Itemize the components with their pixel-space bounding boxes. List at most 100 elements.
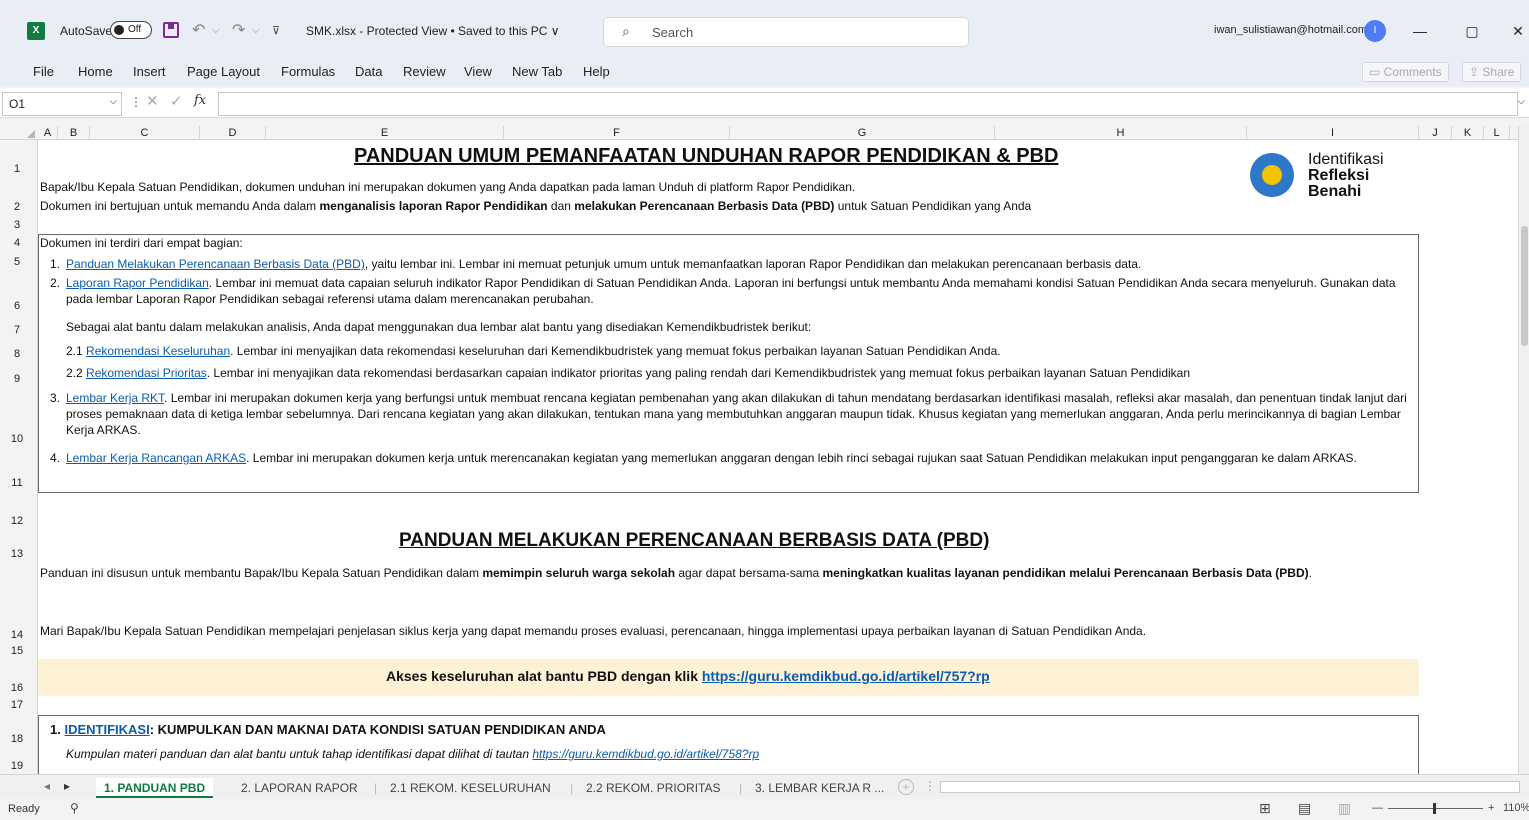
row-header[interactable]: 3 (0, 215, 38, 233)
col-header[interactable]: G (730, 126, 995, 140)
sheet-tab-rekom-keseluruhan[interactable]: 2.1 REKOM. KESELURUHAN (382, 778, 559, 798)
section1-heading: 1. IDENTIFIKASI: KUMPULKAN DAN MAKNAI DA… (50, 722, 606, 737)
enter-icon[interactable]: ✓ (170, 92, 183, 110)
normal-view-icon[interactable]: ⊞ (1259, 800, 1271, 817)
akses-link[interactable]: https://guru.kemdikbud.go.id/artikel/757… (702, 668, 990, 684)
zoom-slider-knob[interactable] (1433, 803, 1436, 814)
row-header[interactable]: 8 (0, 338, 38, 362)
row-header[interactable]: 9 (0, 362, 38, 387)
menu-file[interactable]: File (33, 64, 54, 79)
customize-toolbar-icon[interactable]: ⊽ (272, 24, 280, 37)
row-header[interactable]: 10 (0, 387, 38, 447)
col-header[interactable]: I (1247, 126, 1419, 140)
comments-button[interactable]: ▭ Comments (1362, 62, 1449, 82)
add-sheet-icon[interactable]: + (898, 779, 914, 795)
close-button[interactable]: ✕ (1498, 18, 1529, 44)
item4-link[interactable]: Lembar Kerja Rancangan ARKAS (66, 451, 246, 465)
row-header[interactable]: 5 (0, 251, 38, 270)
next-sheet-icon[interactable]: ▸ (64, 779, 70, 793)
scrollbar-thumb[interactable] (1521, 226, 1528, 346)
select-all-corner[interactable] (0, 126, 38, 140)
document-title[interactable]: SMK.xlsx - Protected View • Saved to thi… (306, 24, 560, 38)
row-header[interactable]: 6 (0, 270, 38, 314)
row-header[interactable]: 4 (0, 233, 38, 251)
col-header[interactable]: J (1419, 126, 1452, 140)
row-header[interactable]: 1 (0, 140, 38, 177)
share-button[interactable]: ⇪ Share (1462, 62, 1522, 82)
item21: 2.1 Rekomendasi Keseluruhan. Lembar ini … (66, 344, 1001, 358)
row-header[interactable]: 2 (0, 177, 38, 215)
save-icon[interactable] (163, 22, 179, 38)
identifikasi-link[interactable]: IDENTIFIKASI (64, 722, 149, 737)
autosave-toggle[interactable]: Off (110, 21, 152, 39)
search-box[interactable]: ⌕ Search (603, 17, 969, 47)
col-header[interactable]: C (90, 126, 200, 140)
col-header[interactable]: E (266, 126, 504, 140)
user-email[interactable]: iwan_sulistiawan@hotmail.com (1214, 24, 1367, 36)
menu-review[interactable]: Review (403, 64, 446, 79)
chevron-down-icon[interactable]: ⌵ (109, 96, 117, 107)
sheet-tab-lembar-kerja[interactable]: 3. LEMBAR KERJA R ... (747, 778, 892, 798)
prev-sheet-icon[interactable]: ◂ (44, 779, 50, 793)
insert-function-icon[interactable]: fx (194, 93, 206, 108)
sheet-tab-panduan[interactable]: 1. PANDUAN PBD (96, 778, 214, 798)
col-header[interactable]: L (1484, 126, 1510, 140)
sheet-tab-laporan[interactable]: 2. LAPORAN RAPOR (233, 778, 366, 798)
item3-link[interactable]: Lembar Kerja RKT (66, 391, 164, 405)
redo-dropdown-icon[interactable]: ⌵ (252, 25, 260, 36)
identifikasi-sub-link[interactable]: https://guru.kemdikbud.go.id/artikel/758… (532, 747, 759, 761)
minimize-button[interactable]: — (1400, 18, 1440, 44)
item21-link[interactable]: Rekomendasi Keseluruhan (86, 344, 230, 358)
horizontal-scrollbar[interactable] (940, 781, 1520, 793)
row-header[interactable]: 7 (0, 314, 38, 338)
worksheet-grid[interactable]: 1 2 3 4 5 6 7 8 9 10 11 12 13 14 15 16 1… (0, 140, 1529, 774)
menu-new-tab[interactable]: New Tab (512, 64, 562, 79)
row-header[interactable]: 18 (0, 713, 38, 747)
cancel-icon[interactable]: ✕ (146, 92, 159, 110)
restore-button[interactable]: ▢ (1452, 18, 1492, 44)
undo-icon[interactable]: ↶ (192, 20, 205, 40)
column-headers: A B C D E F G H I J K L (0, 126, 1529, 140)
menu-help[interactable]: Help (583, 64, 610, 79)
redo-icon[interactable]: ↷ (232, 20, 245, 40)
col-header[interactable]: B (58, 126, 90, 140)
col-header[interactable]: H (995, 126, 1247, 140)
zoom-in-icon[interactable]: + (1488, 802, 1494, 814)
tab-options-icon[interactable]: ⋮ (924, 779, 936, 793)
vertical-scrollbar[interactable] (1518, 126, 1529, 774)
col-header[interactable]: K (1452, 126, 1484, 140)
menu-insert[interactable]: Insert (133, 64, 166, 79)
sheet-tab-rekom-prioritas[interactable]: 2.2 REKOM. PRIORITAS (578, 778, 728, 798)
col-header[interactable]: D (200, 126, 266, 140)
item1-link[interactable]: Panduan Melakukan Perencanaan Berbasis D… (66, 257, 365, 271)
accessibility-icon[interactable]: ⚲ (70, 801, 79, 815)
more-options-icon[interactable]: ⋮ (130, 95, 142, 109)
menu-home[interactable]: Home (78, 64, 113, 79)
zoom-level[interactable]: 110% (1503, 802, 1529, 814)
col-header[interactable]: F (504, 126, 730, 140)
page-break-view-icon[interactable]: ▥ (1338, 800, 1351, 817)
row-header[interactable]: 13 (0, 529, 38, 562)
zoom-out-icon[interactable]: — (1372, 802, 1383, 814)
item22-link[interactable]: Rekomendasi Prioritas (86, 366, 207, 380)
menu-data[interactable]: Data (355, 64, 382, 79)
page-layout-view-icon[interactable]: ▤ (1298, 800, 1311, 817)
row-header[interactable]: 12 (0, 491, 38, 529)
section1-sub: Kumpulan materi panduan dan alat bantu u… (66, 747, 760, 761)
avatar[interactable]: I (1364, 20, 1386, 42)
row-header[interactable]: 15 (0, 643, 38, 659)
row-header[interactable]: 19 (0, 747, 38, 774)
expand-formula-bar-icon[interactable]: ⌵ (1517, 96, 1525, 107)
menu-formulas[interactable]: Formulas (281, 64, 335, 79)
menu-view[interactable]: View (464, 64, 492, 79)
row-header[interactable]: 17 (0, 696, 38, 713)
undo-dropdown-icon[interactable]: ⌵ (212, 25, 220, 36)
menu-page-layout[interactable]: Page Layout (187, 64, 260, 79)
name-box[interactable]: O1 ⌵ (2, 92, 122, 116)
row-header[interactable]: 16 (0, 659, 38, 696)
item2-link[interactable]: Laporan Rapor Pendidikan (66, 276, 209, 290)
row-header[interactable]: 14 (0, 562, 38, 643)
formula-input[interactable] (218, 92, 1518, 116)
col-header[interactable]: A (38, 126, 58, 140)
row-header[interactable]: 11 (0, 447, 38, 491)
